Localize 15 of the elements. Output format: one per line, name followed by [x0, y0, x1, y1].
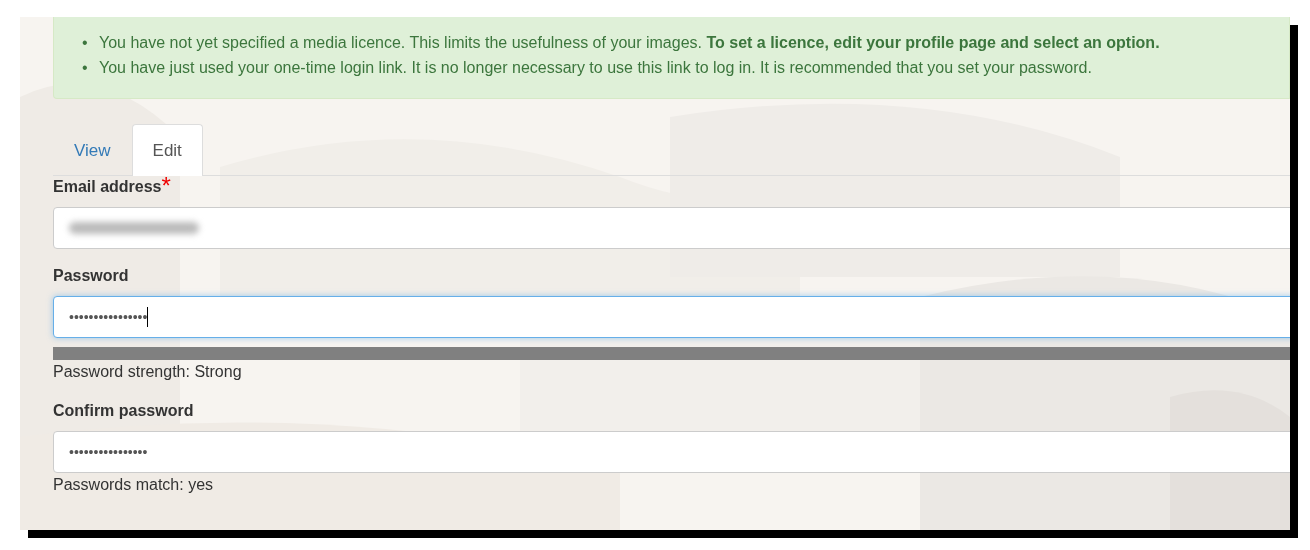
- required-mark: *: [161, 177, 171, 195]
- match-text: Passwords match: yes: [53, 475, 215, 495]
- status-message: You have just used your one-time login link. It is no longer necessary to use this link to log in. It is recommended that you set your password.: [99, 58, 1092, 78]
- input-field[interactable]: ••••••••••••••••: [53, 431, 1290, 473]
- strength-text: Password strength: Strong: [53, 362, 243, 382]
- input-field[interactable]: [53, 207, 1290, 249]
- bullet: •: [82, 33, 89, 53]
- field-label: Password: [53, 266, 129, 286]
- field-label: Email address: [53, 177, 162, 197]
- tab[interactable]: Edit: [131, 124, 203, 176]
- tab[interactable]: View: [53, 124, 132, 176]
- status-message: You have not yet specified a media licence. This limits the usefulness of your images. To set a licence, edit your profile page and select an option.: [99, 33, 1160, 53]
- input-field[interactable]: ••••••••••••••••: [53, 296, 1290, 338]
- field-label: Confirm password: [53, 401, 194, 421]
- bullet: •: [82, 58, 89, 78]
